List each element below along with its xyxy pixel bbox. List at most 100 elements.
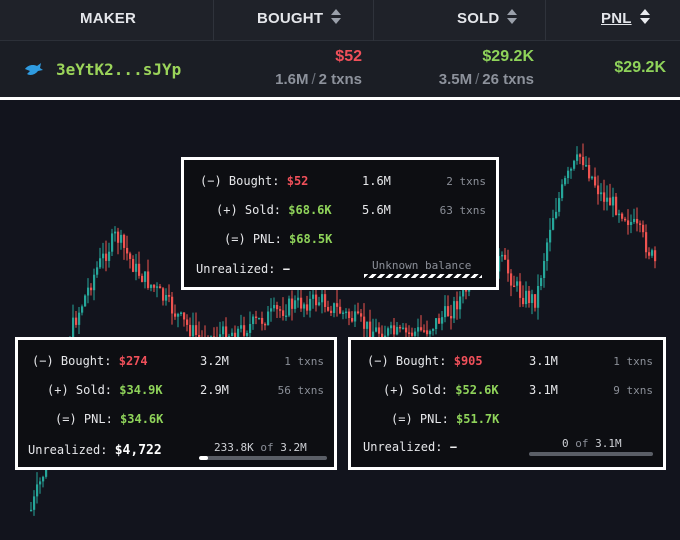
candle xyxy=(591,175,594,180)
candle xyxy=(357,302,360,315)
unrealized-value: − xyxy=(449,440,457,454)
candle xyxy=(333,302,336,318)
candle xyxy=(261,311,264,331)
holding-text: 233.8K of 3.2M xyxy=(214,441,307,454)
column-header-sold[interactable]: SOLD xyxy=(457,0,518,40)
column-header-bought[interactable]: BOUGHT xyxy=(257,0,342,40)
column-header-pnl[interactable]: PNL xyxy=(601,0,650,40)
candle xyxy=(294,295,297,313)
bought-txns: 2 txns xyxy=(318,71,362,88)
candle xyxy=(120,229,123,250)
candle xyxy=(312,289,315,309)
sold-value: $29.2K xyxy=(482,48,534,65)
candle xyxy=(546,238,549,271)
candle xyxy=(114,226,117,242)
candle xyxy=(240,314,243,333)
sold-value: $34.9K xyxy=(119,383,163,397)
sold-label: (+) Sold: xyxy=(216,203,282,217)
candle xyxy=(345,308,348,319)
of-word: of xyxy=(575,437,589,450)
trader-tooltip: (−) Bought: $905 3.1M 1 txns (+) Sold: $… xyxy=(348,337,666,470)
column-header-label: SOLD xyxy=(457,10,500,27)
table-row[interactable]: 3eYtK2...sJYp $52 1.6M/2 txns $29.2K 3.5… xyxy=(0,41,680,98)
candle xyxy=(303,302,306,318)
candle xyxy=(150,284,153,292)
candle xyxy=(606,185,609,211)
candle xyxy=(348,308,351,326)
candle xyxy=(624,216,627,222)
candle xyxy=(528,286,531,308)
candle xyxy=(276,301,279,318)
unknown-balance-bar xyxy=(364,274,482,278)
candle xyxy=(594,167,597,188)
candle xyxy=(432,328,435,336)
candle xyxy=(450,304,453,330)
candle xyxy=(654,246,657,269)
candle xyxy=(78,307,81,335)
maker-cell[interactable]: 3eYtK2...sJYp xyxy=(24,41,181,98)
holding-total: 3.1M xyxy=(595,437,622,450)
column-header-maker: MAKER xyxy=(80,0,136,40)
candle xyxy=(435,318,438,335)
sold-value: $68.6K xyxy=(288,203,332,217)
sort-icon[interactable] xyxy=(507,8,518,26)
candle xyxy=(99,247,102,269)
bought-label: (−) Bought: xyxy=(200,174,280,188)
candle xyxy=(582,143,585,170)
candle xyxy=(501,251,504,262)
candle xyxy=(93,268,96,301)
candle xyxy=(273,297,276,312)
candle xyxy=(96,261,99,278)
candle xyxy=(597,175,600,205)
bought-txns: 1 txns xyxy=(284,355,324,368)
candle xyxy=(531,289,534,315)
sort-icon[interactable] xyxy=(331,8,342,26)
candle xyxy=(111,228,114,256)
candle xyxy=(255,310,258,325)
candle xyxy=(126,235,129,261)
unknown-balance-label: Unknown balance xyxy=(372,259,472,272)
unrealized-label: Unrealized: xyxy=(363,440,443,454)
sold-value: $52.6K xyxy=(455,383,499,397)
candle xyxy=(144,271,147,289)
candle xyxy=(270,298,273,322)
candle xyxy=(573,159,576,171)
candle xyxy=(327,300,330,312)
candle xyxy=(534,294,537,312)
candle xyxy=(33,490,36,516)
sort-icon[interactable] xyxy=(639,8,650,26)
candle xyxy=(417,318,420,337)
sold-amount: 2.9M xyxy=(200,383,229,397)
maker-address[interactable]: 3eYtK2...sJYp xyxy=(56,60,181,79)
bought-cell: $52 1.6M/2 txns xyxy=(275,48,362,88)
candle xyxy=(522,285,525,307)
candle xyxy=(306,295,309,315)
candle xyxy=(87,278,90,304)
candle xyxy=(642,220,645,238)
candle xyxy=(291,290,294,321)
candle xyxy=(39,477,42,494)
bought-label: (−) Bought: xyxy=(367,354,447,368)
pnl-value: $34.6K xyxy=(120,412,164,426)
bought-txns: 1 txns xyxy=(613,355,653,368)
sold-amount: 3.1M xyxy=(529,383,558,397)
candle xyxy=(300,287,303,312)
candle xyxy=(102,242,105,269)
candle xyxy=(288,295,291,318)
pnl-value: $29.2K xyxy=(614,59,666,76)
candle xyxy=(90,283,93,296)
sold-cell: $29.2K 3.5M/26 txns xyxy=(438,48,534,88)
candle xyxy=(84,294,87,307)
candle xyxy=(81,304,84,316)
candle xyxy=(441,310,444,331)
candle xyxy=(378,322,381,338)
sold-label: (+) Sold: xyxy=(47,383,113,397)
candle xyxy=(75,311,78,328)
candle xyxy=(285,304,288,321)
candle xyxy=(330,305,333,316)
candle xyxy=(372,318,375,339)
candle xyxy=(186,314,189,332)
candle xyxy=(159,284,162,289)
fish-icon xyxy=(25,62,43,75)
candle xyxy=(171,292,174,325)
